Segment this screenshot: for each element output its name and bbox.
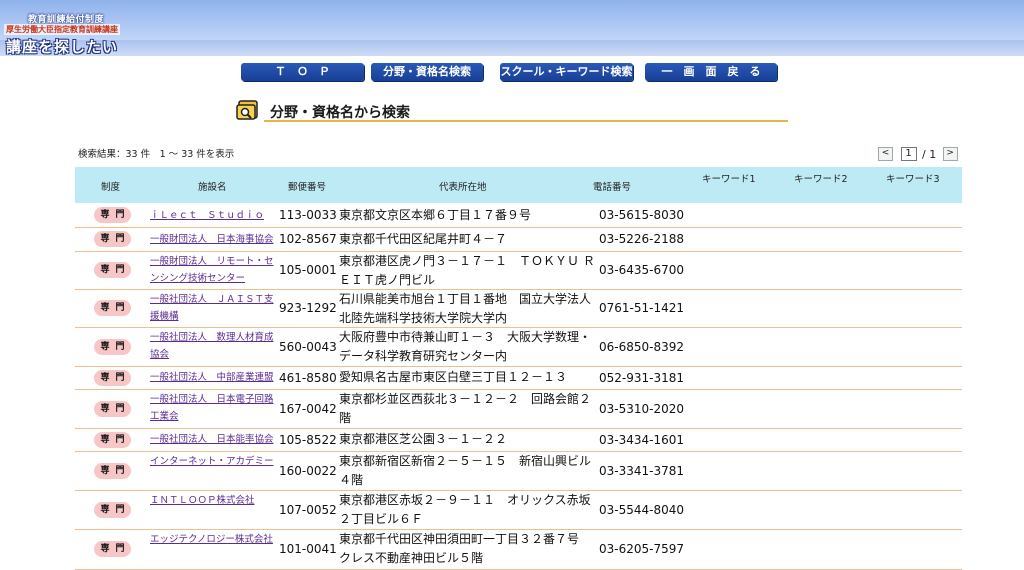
table-row: 専門 ＩＮＴＬＯＯＰ株式会社 107-0052 東京都港区赤坂２－９－１１ オリックス… bbox=[75, 490, 962, 530]
school-keyword-search-button[interactable]: スクール・キーワード検索 bbox=[500, 63, 633, 81]
header-keyword-3: キーワード3 bbox=[886, 174, 940, 185]
phone-number: 03-5226-2188 bbox=[599, 232, 685, 246]
phone-number: 052-931-3181 bbox=[599, 370, 685, 385]
address: 東京都新宿区新宿２－５－１５ 新宿山興ビル４階 bbox=[339, 454, 592, 487]
header-strip bbox=[0, 40, 1024, 56]
header-tel: 電話番号 bbox=[593, 182, 632, 193]
address: 東京都千代田区紀尾井町４－７ bbox=[339, 231, 508, 246]
address: 東京都港区虎ノ門３－１７－１ ＴＯＫＹＵ ＲＥＩＴ虎ノ門ビル bbox=[339, 254, 595, 287]
phone-number: 03-5544-8040 bbox=[599, 502, 685, 517]
page-title: 講座を探したい bbox=[6, 38, 119, 56]
address: 東京都杉並区西荻北３－１２－２ 回路会館２階 bbox=[339, 392, 592, 425]
facility-link[interactable]: 一般財団法人 リモート・センシング技術センター bbox=[150, 253, 278, 287]
section-underline bbox=[264, 120, 788, 122]
phone-number: 03-3341-3781 bbox=[599, 463, 685, 478]
header-keyword-1: キーワード1 bbox=[702, 174, 756, 185]
table-row: 専門 一般社団法人 数理人材育成協会 560-0043 大阪府豊中市待兼山町１－３ 大… bbox=[75, 327, 962, 367]
table-row: 専門 一般財団法人 リモート・センシング技術センター 105-0001 東京都港区虎ノ… bbox=[75, 251, 962, 290]
table-row: 専門 一般社団法人 ＪＡＩＳＴ支援機構 923-1292 石川県能美市旭台１丁目１番地… bbox=[75, 289, 962, 328]
top-button[interactable]: Ｔ Ｏ Ｐ bbox=[241, 63, 364, 81]
zip-code: 102-8567 bbox=[279, 232, 337, 246]
address: 東京都港区赤坂２－９－１１ オリックス赤坂２丁目ビル６Ｆ bbox=[339, 493, 591, 526]
phone-number: 03-3434-1601 bbox=[599, 432, 685, 447]
address: 東京都文京区本郷６丁目１７番９号 bbox=[339, 207, 532, 222]
phone-number: 0761-51-1421 bbox=[599, 301, 685, 315]
table-row: 専門 ｉＬｅｃｔ Ｓｔｕｄｉｏ 113-0033 東京都文京区本郷６丁目１７番９号 03… bbox=[75, 203, 962, 228]
facility-link[interactable]: 一般社団法人 数理人材育成協会 bbox=[150, 329, 278, 363]
zip-code: 105-0001 bbox=[279, 263, 337, 277]
phone-number: 03-6205-7597 bbox=[599, 542, 685, 556]
table-header: 制度 施設名 郵便番号 代表所在地 電話番号 キーワード1 キーワード2 キーワ… bbox=[75, 167, 962, 203]
system-badge: 専門 bbox=[94, 431, 131, 448]
header-keyword-2: キーワード2 bbox=[794, 174, 848, 185]
phone-number: 06-6850-8392 bbox=[599, 339, 685, 354]
system-badge: 専門 bbox=[94, 501, 131, 518]
header-system: 制度 bbox=[101, 182, 121, 193]
table-row: 専門 一般社団法人 日本電子回路工業会 167-0042 東京都杉並区西荻北３－１２－… bbox=[75, 389, 962, 429]
facility-link[interactable]: 一般社団法人 日本電子回路工業会 bbox=[150, 391, 278, 425]
logo-line-2: 厚生労働大臣指定教育訓練講座 bbox=[4, 24, 120, 35]
page-number-input[interactable]: 1 bbox=[900, 147, 917, 161]
zip-code: 923-1292 bbox=[279, 301, 337, 315]
zip-code: 107-0052 bbox=[279, 502, 337, 517]
site-logo[interactable]: 教育訓練給付制度 厚生労働大臣指定教育訓練講座 講座を探したい bbox=[4, 10, 130, 56]
address: 愛知県名古屋市東区白壁三丁目１２－１３ bbox=[339, 370, 568, 384]
system-badge: 専門 bbox=[94, 262, 131, 278]
facility-link[interactable]: 一般財団法人 日本海事協会 bbox=[150, 231, 278, 248]
facility-link[interactable]: ｉＬｅｃｔ Ｓｔｕｄｉｏ bbox=[150, 207, 278, 224]
phone-number: 03-5615-8030 bbox=[599, 208, 685, 222]
field-search-button[interactable]: 分野・資格名検索 bbox=[371, 63, 483, 81]
address: 東京都港区芝公園３－１－２２ bbox=[339, 432, 508, 446]
phone-number: 03-6435-6700 bbox=[599, 263, 685, 277]
prev-page-button[interactable]: < bbox=[878, 147, 893, 161]
address: 大阪府豊中市待兼山町１－３ 大阪大学数理・データ科学教育研究センター内 bbox=[339, 330, 592, 363]
table-row: 専門 一般社団法人 中部産業連盟 461-8580 愛知県名古屋市東区白壁三丁目１２－… bbox=[75, 366, 962, 390]
folder-search-icon bbox=[236, 99, 260, 121]
header-facility: 施設名 bbox=[198, 182, 227, 193]
zip-code: 461-8580 bbox=[279, 370, 337, 385]
phone-number: 03-5310-2020 bbox=[599, 401, 685, 416]
system-badge: 専門 bbox=[94, 400, 131, 417]
section-title: 分野・資格名から検索 bbox=[270, 105, 410, 121]
address: 石川県能美市旭台１丁目１番地 国立大学法人北陸先端科学技術大学院大学内 bbox=[339, 292, 592, 325]
section-heading: 分野・資格名から検索 bbox=[236, 96, 788, 124]
next-page-button[interactable]: > bbox=[942, 147, 958, 161]
table-row: 専門 インターネット・アカデミー 160-0022 東京都新宿区新宿２－５－１５ 新宿… bbox=[75, 451, 962, 491]
table-row: 専門 一般財団法人 日本海事協会 102-8567 東京都千代田区紀尾井町４－７ 03-… bbox=[75, 227, 962, 252]
zip-code: 105-8522 bbox=[279, 432, 337, 447]
system-badge: 専門 bbox=[94, 369, 131, 386]
header-address: 代表所在地 bbox=[439, 182, 487, 193]
page-total: / 1 bbox=[922, 147, 937, 161]
system-badge: 専門 bbox=[94, 231, 131, 247]
result-summary: 検索結果：33 件 1 〜 33 件を表示 bbox=[78, 149, 235, 160]
facility-link[interactable]: 一般社団法人 ＪＡＩＳＴ支援機構 bbox=[150, 291, 278, 325]
zip-code: 160-0022 bbox=[279, 463, 337, 478]
facility-link[interactable]: エッジテクノロジー株式会社 bbox=[150, 531, 278, 548]
header-zip: 郵便番号 bbox=[288, 182, 327, 193]
pagination: < 1 / 1 > bbox=[878, 147, 958, 161]
zip-code: 560-0043 bbox=[279, 339, 337, 354]
system-badge: 専門 bbox=[94, 300, 131, 316]
system-badge: 専門 bbox=[94, 207, 131, 223]
facility-link[interactable]: 一般社団法人 中部産業連盟 bbox=[150, 369, 278, 386]
facility-link[interactable]: ＩＮＴＬＯＯＰ株式会社 bbox=[150, 492, 278, 509]
system-badge: 専門 bbox=[94, 338, 131, 355]
address: 東京都千代田区神田須田町一丁目３２番７号 クレス不動産神田ビル５階 bbox=[339, 532, 592, 565]
system-badge: 専門 bbox=[94, 541, 131, 557]
table-row: 専門 一般社団法人 日本能率協会 105-8522 東京都港区芝公園３－１－２２ 03-… bbox=[75, 428, 962, 452]
zip-code: 101-0041 bbox=[279, 542, 337, 556]
zip-code: 167-0042 bbox=[279, 401, 337, 416]
table-row: 専門 エッジテクノロジー株式会社 101-0041 東京都千代田区神田須田町一丁目３２… bbox=[75, 529, 962, 570]
system-badge: 専門 bbox=[94, 462, 131, 479]
facility-link[interactable]: インターネット・アカデミー bbox=[150, 453, 278, 470]
back-button[interactable]: 一 画 面 戻 る bbox=[645, 63, 777, 81]
zip-code: 113-0033 bbox=[279, 208, 337, 222]
facility-link[interactable]: 一般社団法人 日本能率協会 bbox=[150, 431, 278, 448]
